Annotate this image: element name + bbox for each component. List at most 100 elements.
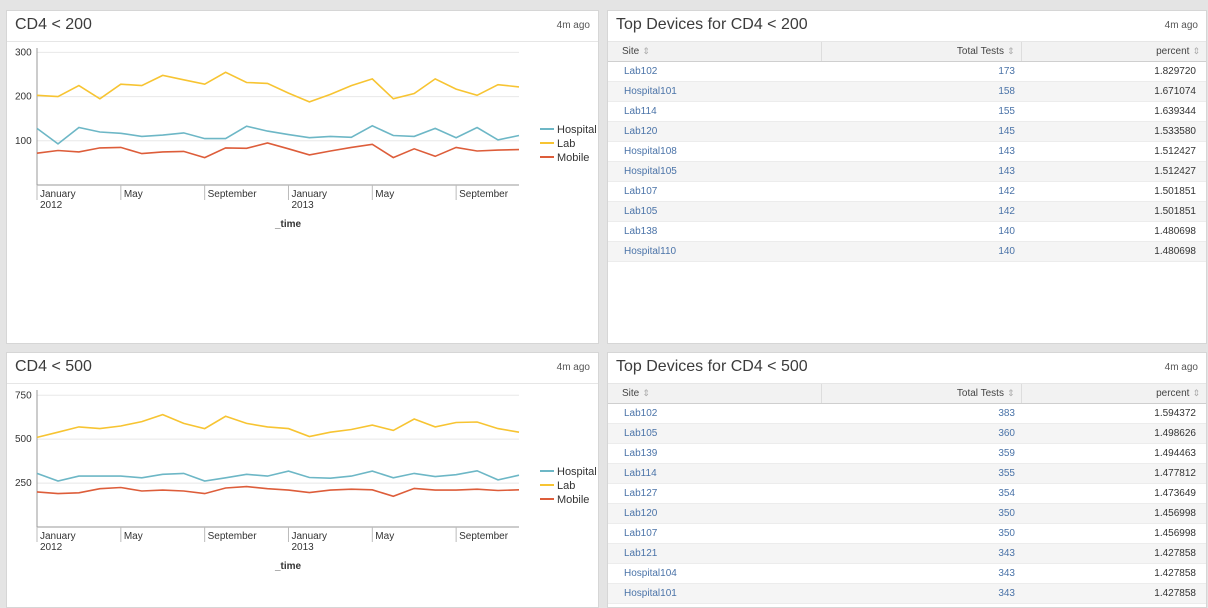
table-row[interactable]: Lab120 350 1.456998: [608, 503, 1206, 524]
table-row[interactable]: Lab107 142 1.501851: [608, 181, 1206, 202]
total-tests-cell[interactable]: 360: [821, 423, 1021, 444]
series-line-mobile[interactable]: [36, 485, 520, 498]
column-header-site[interactable]: Site ⇕: [608, 42, 822, 62]
table-row[interactable]: Hospital110 140 1.480698: [608, 241, 1206, 262]
site-cell[interactable]: Hospital101: [608, 583, 821, 604]
site-cell[interactable]: Lab120: [608, 121, 821, 142]
refresh-time[interactable]: 4m ago: [557, 20, 590, 31]
sort-arrows-icon: ⇕: [1192, 387, 1200, 398]
total-tests-cell[interactable]: 145: [821, 121, 1021, 142]
total-tests-cell[interactable]: 350: [821, 503, 1021, 524]
percent-cell: 1.501851: [1021, 201, 1206, 222]
site-cell[interactable]: Lab114: [608, 463, 821, 484]
column-header-total-tests[interactable]: Total Tests ⇕: [821, 384, 1022, 404]
series-line-lab[interactable]: [36, 413, 520, 439]
table-row[interactable]: Lab139 359 1.494463: [608, 443, 1206, 464]
site-cell[interactable]: Lab105: [608, 201, 821, 222]
total-tests-cell[interactable]: 350: [821, 523, 1021, 544]
total-tests-cell[interactable]: 355: [821, 463, 1021, 484]
percent-cell: 1.501851: [1021, 181, 1206, 202]
legend-label[interactable]: Lab: [557, 138, 575, 150]
table-row[interactable]: Lab127 354 1.473649: [608, 483, 1206, 504]
total-tests-cell[interactable]: 158: [821, 81, 1021, 102]
site-cell[interactable]: Lab102: [608, 61, 821, 82]
site-cell[interactable]: Lab138: [608, 221, 821, 242]
percent-cell: 1.498626: [1021, 423, 1206, 444]
percent-cell: 1.480698: [1021, 241, 1206, 262]
refresh-time[interactable]: 4m ago: [1165, 20, 1198, 31]
site-cell[interactable]: Hospital105: [608, 161, 821, 182]
total-tests-cell[interactable]: 173: [821, 61, 1021, 82]
y-tick-label: 500: [15, 434, 32, 445]
legend-label[interactable]: Mobile: [557, 494, 589, 506]
site-cell[interactable]: Lab121: [608, 543, 821, 564]
total-tests-cell[interactable]: 343: [821, 583, 1021, 604]
table-row[interactable]: Lab120 145 1.533580: [608, 121, 1206, 142]
table-row[interactable]: Lab105 360 1.498626: [608, 423, 1206, 444]
table-row[interactable]: Lab138 140 1.480698: [608, 221, 1206, 242]
table-row[interactable]: Lab102 383 1.594372: [608, 403, 1206, 424]
table-row[interactable]: Lab114 155 1.639344: [608, 101, 1206, 122]
table-row[interactable]: Hospital104 343 1.427858: [608, 563, 1206, 584]
legend-label[interactable]: Mobile: [557, 152, 589, 164]
table-header-row: Site ⇕ Total Tests ⇕ percent ⇕: [608, 384, 1206, 404]
x-tick-label: September: [459, 189, 509, 200]
x-tick-label: September: [208, 531, 258, 542]
legend-label[interactable]: Hospital: [557, 124, 597, 136]
table-row[interactable]: Lab121 343 1.427858: [608, 543, 1206, 564]
column-header-percent[interactable]: percent ⇕: [1021, 42, 1206, 62]
total-tests-cell[interactable]: 143: [821, 141, 1021, 162]
site-cell[interactable]: Hospital110: [608, 241, 821, 262]
x-tick-sublabel: 2013: [291, 542, 314, 553]
site-cell[interactable]: Lab107: [608, 523, 821, 544]
table-row[interactable]: Hospital105 143 1.512427: [608, 161, 1206, 182]
site-cell[interactable]: Lab105: [608, 423, 821, 444]
site-cell[interactable]: Lab114: [608, 101, 821, 122]
series-line-mobile[interactable]: [36, 142, 520, 159]
total-tests-cell[interactable]: 142: [821, 201, 1021, 222]
total-tests-cell[interactable]: 143: [821, 161, 1021, 182]
site-cell[interactable]: Lab107: [608, 181, 821, 202]
table-row[interactable]: Lab114 355 1.477812: [608, 463, 1206, 484]
total-tests-cell[interactable]: 383: [821, 403, 1021, 424]
column-header-site[interactable]: Site ⇕: [608, 384, 822, 404]
total-tests-cell[interactable]: 354: [821, 483, 1021, 504]
site-cell[interactable]: Hospital108: [608, 141, 821, 162]
total-tests-cell[interactable]: 343: [821, 563, 1021, 584]
table-row[interactable]: Hospital101 158 1.671074: [608, 81, 1206, 102]
table-row[interactable]: Hospital108 143 1.512427: [608, 141, 1206, 162]
sort-arrows-icon: ⇕: [642, 45, 650, 56]
site-cell[interactable]: Lab127: [608, 483, 821, 504]
legend-label[interactable]: Lab: [557, 480, 575, 492]
column-header-percent[interactable]: percent ⇕: [1021, 384, 1206, 404]
total-tests-cell[interactable]: 343: [821, 543, 1021, 564]
site-cell[interactable]: Lab102: [608, 403, 821, 424]
site-cell[interactable]: Lab139: [608, 443, 821, 464]
table-row[interactable]: Hospital101 343 1.427858: [608, 583, 1206, 604]
results-table: Site ⇕ Total Tests ⇕ percent ⇕ Lab102 173 1.8…: [608, 42, 1206, 262]
total-tests-cell[interactable]: 359: [821, 443, 1021, 464]
site-cell[interactable]: Lab120: [608, 503, 821, 524]
series-line-hospital[interactable]: [36, 469, 520, 482]
table-row[interactable]: Lab107 350 1.456998: [608, 523, 1206, 544]
percent-cell: 1.512427: [1021, 141, 1206, 162]
panel-header: CD4 < 200 4m ago: [7, 11, 598, 42]
panel-title: Top Devices for CD4 < 200: [616, 16, 808, 33]
sort-arrows-icon: ⇕: [1006, 45, 1015, 56]
total-tests-cell[interactable]: 142: [821, 181, 1021, 202]
total-tests-cell[interactable]: 140: [821, 241, 1021, 262]
total-tests-cell[interactable]: 140: [821, 221, 1021, 242]
panel-title: CD4 < 500: [15, 358, 92, 375]
refresh-time[interactable]: 4m ago: [557, 362, 590, 373]
table-row[interactable]: Lab102 173 1.829720: [608, 61, 1206, 82]
series-line-lab[interactable]: [36, 71, 520, 103]
y-tick-label: 750: [15, 390, 32, 401]
legend-label[interactable]: Hospital: [557, 466, 597, 478]
site-cell[interactable]: Hospital101: [608, 81, 821, 102]
total-tests-cell[interactable]: 155: [821, 101, 1021, 122]
column-header-total-tests[interactable]: Total Tests ⇕: [821, 42, 1022, 62]
x-tick-label: January: [40, 189, 76, 200]
table-row[interactable]: Lab105 142 1.501851: [608, 201, 1206, 222]
refresh-time[interactable]: 4m ago: [1165, 362, 1198, 373]
site-cell[interactable]: Hospital104: [608, 563, 821, 584]
